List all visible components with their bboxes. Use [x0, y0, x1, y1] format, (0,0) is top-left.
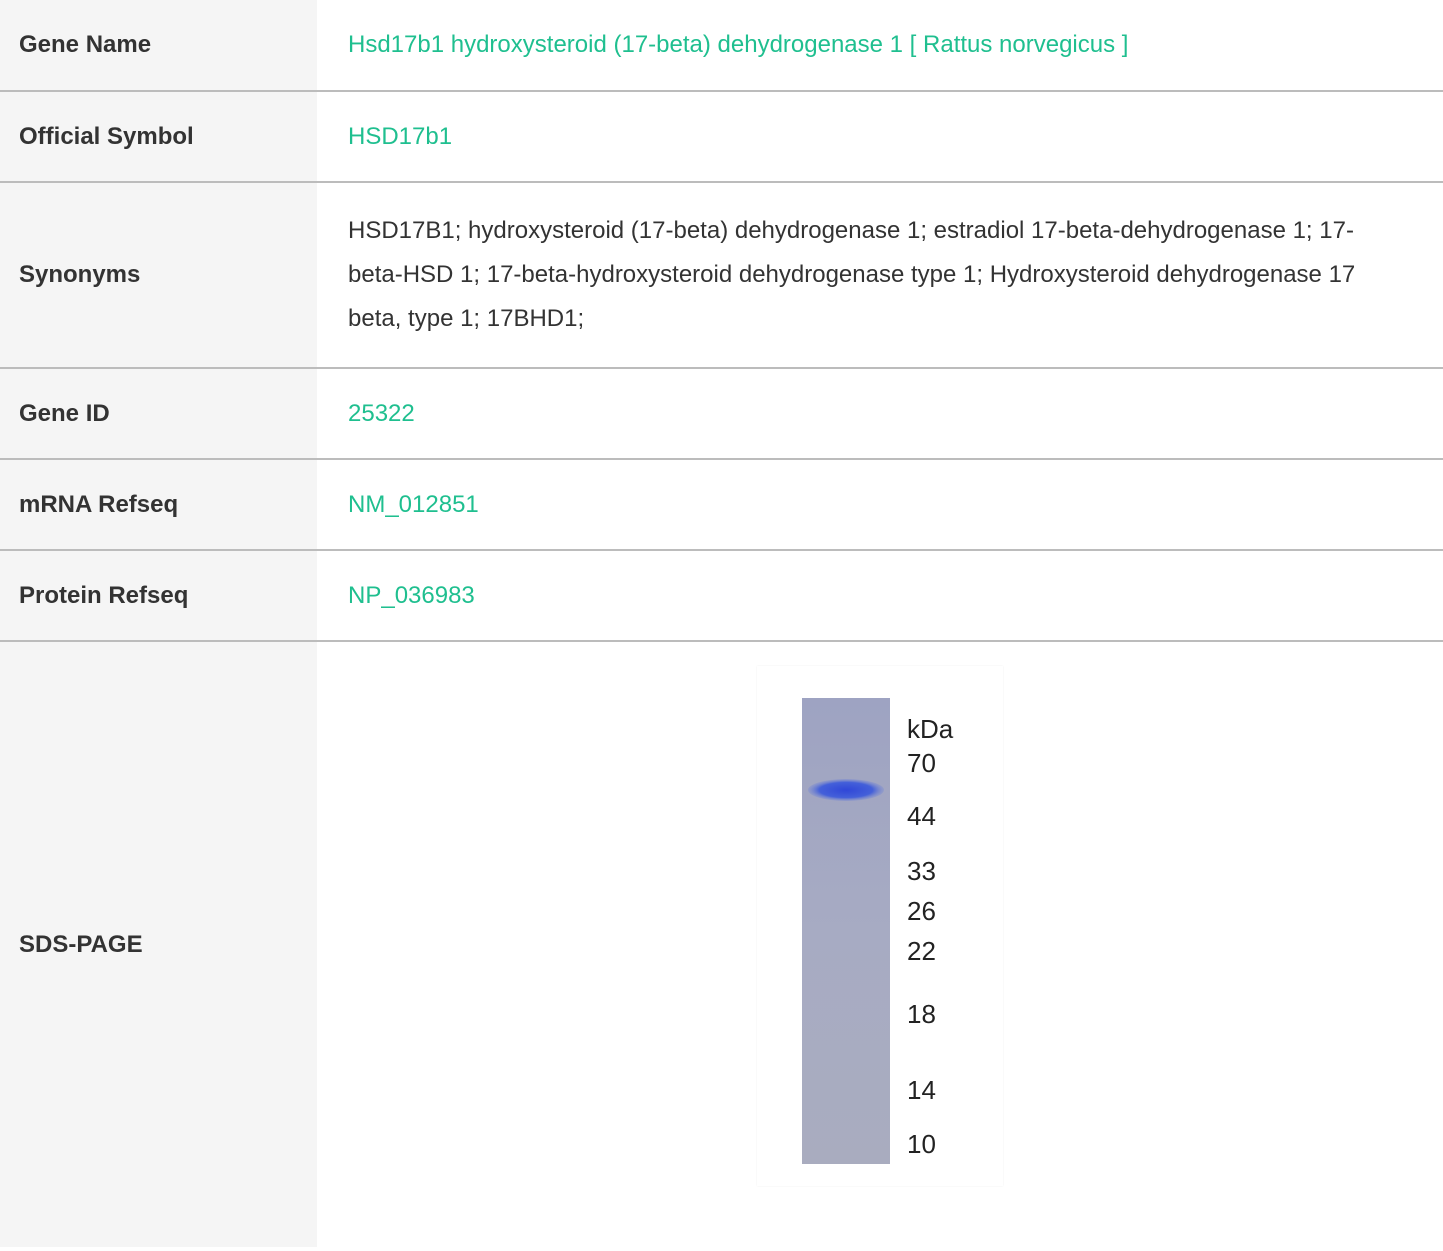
synonyms-row: Synonyms HSD17B1; hydroxysteroid (17-bet…: [0, 182, 1443, 368]
marker-label: 10: [907, 1129, 936, 1159]
protein-refseq-link[interactable]: NP_036983: [348, 582, 475, 609]
mrna-refseq-cell: NM_012851: [317, 459, 1443, 550]
synonyms-cell: HSD17B1; hydroxysteroid (17-beta) dehydr…: [317, 182, 1443, 368]
marker-label: 22: [907, 936, 936, 966]
protein-refseq-cell: NP_036983: [317, 550, 1443, 641]
official-symbol-row: Official Symbol HSD17b1: [0, 91, 1443, 182]
official-symbol-cell: HSD17b1: [317, 91, 1443, 182]
gene-id-label: Gene ID: [0, 368, 317, 459]
protein-refseq-label: Protein Refseq: [0, 550, 317, 641]
marker-label: 18: [907, 999, 936, 1029]
gene-id-cell: 25322: [317, 368, 1443, 459]
official-symbol-link[interactable]: HSD17b1: [348, 123, 452, 150]
synonyms-text: HSD17B1; hydroxysteroid (17-beta) dehydr…: [348, 217, 1356, 332]
gel-lane: [802, 698, 890, 1164]
sds-page-label: SDS-PAGE: [0, 641, 317, 1247]
gel-graphic: kDa 70 44 33 26 22 18 14 10: [802, 698, 954, 1164]
marker-label: 70: [907, 748, 936, 778]
marker-label: 14: [907, 1075, 936, 1105]
gene-name-cell: Hsd17b1 hydroxysteroid (17-beta) dehydro…: [317, 0, 1443, 91]
product-info-table: Gene Name Hsd17b1 hydroxysteroid (17-bet…: [0, 0, 1443, 1247]
marker-label: 44: [907, 801, 936, 831]
synonyms-label: Synonyms: [0, 182, 317, 368]
mrna-refseq-link[interactable]: NM_012851: [348, 491, 479, 518]
mrna-refseq-row: mRNA Refseq NM_012851: [0, 459, 1443, 550]
mrna-refseq-label: mRNA Refseq: [0, 459, 317, 550]
protein-refseq-row: Protein Refseq NP_036983: [0, 550, 1443, 641]
gene-id-link[interactable]: 25322: [348, 400, 415, 427]
gene-name-label: Gene Name: [0, 0, 317, 91]
sds-page-row: SDS-PAGE kDa 70 44 33 26 22 18 14 10: [0, 641, 1443, 1247]
protein-band: [808, 779, 884, 801]
gene-name-link[interactable]: Hsd17b1 hydroxysteroid (17-beta) dehydro…: [348, 31, 1128, 58]
marker-label: 33: [907, 856, 936, 886]
gene-name-row: Gene Name Hsd17b1 hydroxysteroid (17-bet…: [0, 0, 1443, 91]
sds-page-gel-image: kDa 70 44 33 26 22 18 14 10: [757, 666, 1003, 1186]
sds-page-cell: kDa 70 44 33 26 22 18 14 10: [317, 641, 1443, 1247]
gel-unit-label: kDa: [907, 714, 954, 744]
marker-label: 26: [907, 896, 936, 926]
official-symbol-label: Official Symbol: [0, 91, 317, 182]
gene-id-row: Gene ID 25322: [0, 368, 1443, 459]
